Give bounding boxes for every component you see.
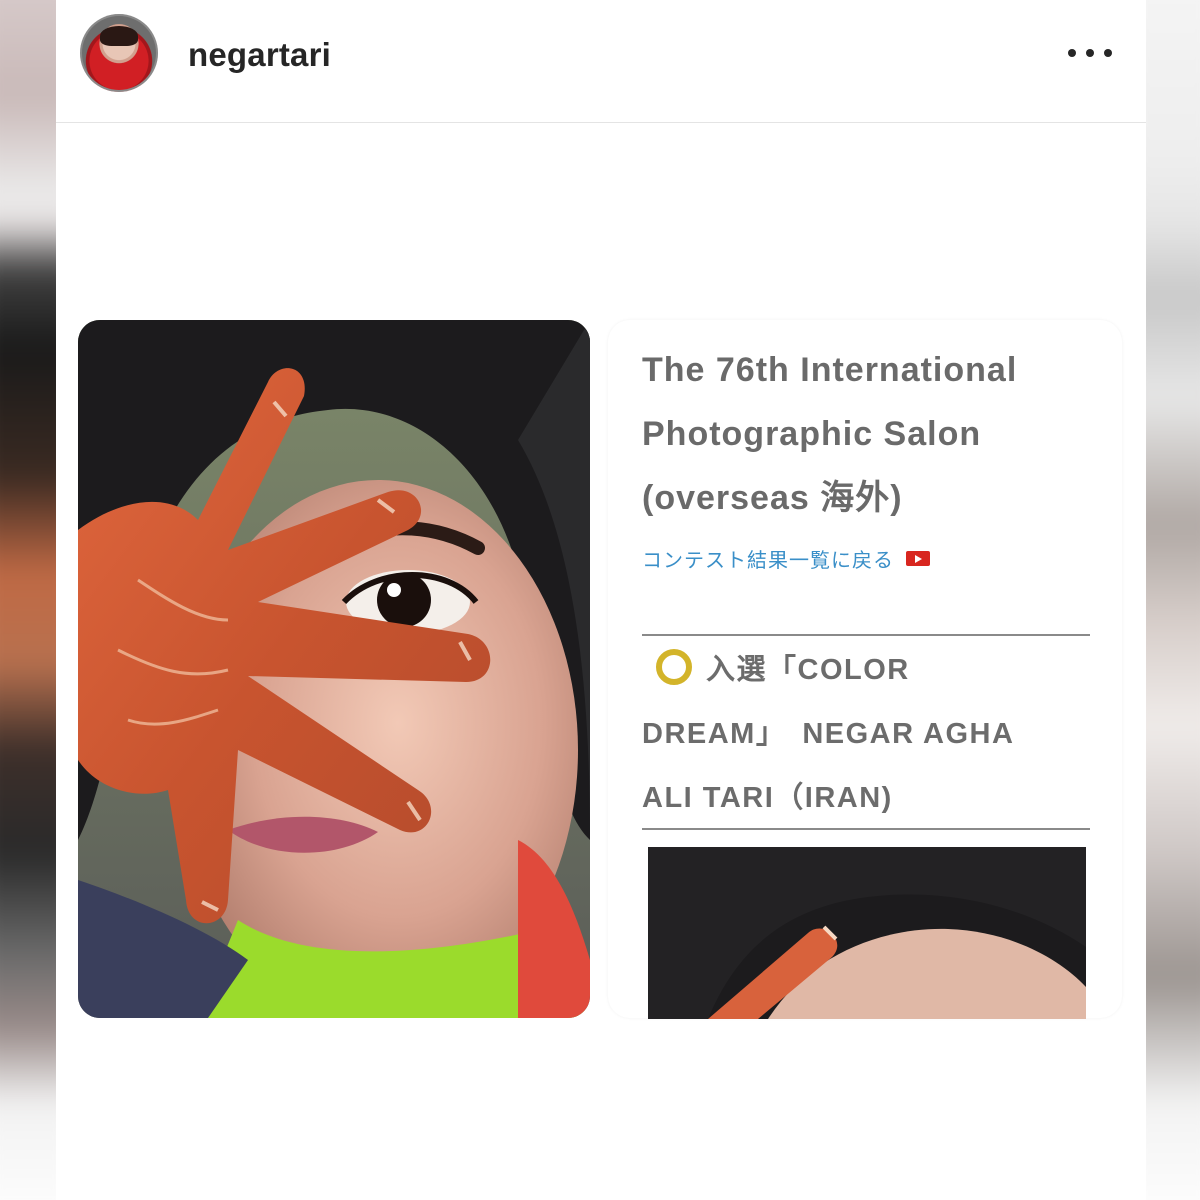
divider-top [642, 634, 1090, 636]
more-options-button[interactable] [1068, 38, 1112, 68]
right-blur-band [1144, 0, 1200, 1200]
salon-title-line-2: Photographic Salon [642, 415, 982, 453]
salon-title: The 76th International Photographic Salo… [642, 338, 1112, 530]
video-play-icon [906, 551, 930, 566]
portrait-illustration [78, 320, 590, 1018]
award-line-2: DREAM」 NEGAR AGHA [642, 718, 1015, 750]
username[interactable]: negartari [188, 36, 331, 74]
more-horizontal-icon [1086, 49, 1094, 57]
avatar[interactable] [80, 14, 158, 92]
divider-bottom [642, 828, 1090, 830]
award-ring-icon [656, 649, 692, 685]
back-to-results-label: コンテスト結果一覧に戻る [642, 550, 894, 572]
post-frame: negartari The 76th International Photogr… [56, 0, 1146, 1200]
left-blur-band [0, 0, 56, 1200]
post-header: negartari [56, 0, 1146, 123]
more-horizontal-icon [1068, 49, 1076, 57]
thumbnail-illustration [648, 847, 1086, 1019]
back-to-results-link[interactable]: コンテスト結果一覧に戻る [642, 544, 930, 573]
portrait-thumbnail [648, 847, 1086, 1019]
salon-title-line-1: The 76th International [642, 351, 1018, 389]
avatar-hair [100, 26, 138, 46]
award-line-1: 入選「COLOR [706, 654, 910, 686]
more-horizontal-icon [1104, 49, 1112, 57]
salon-title-line-3: (overseas 海外) [642, 479, 903, 517]
award-line-3: ALI TARI（IRAN) [642, 782, 893, 814]
portrait-photo [78, 320, 590, 1018]
post-image[interactable]: The 76th International Photographic Salo… [56, 124, 1146, 1200]
award-entry: 入選「COLOR DREAM」 NEGAR AGHA ALI TARI（IRAN… [642, 638, 1102, 830]
instagram-post-screenshot: negartari The 76th International Photogr… [0, 0, 1200, 1200]
